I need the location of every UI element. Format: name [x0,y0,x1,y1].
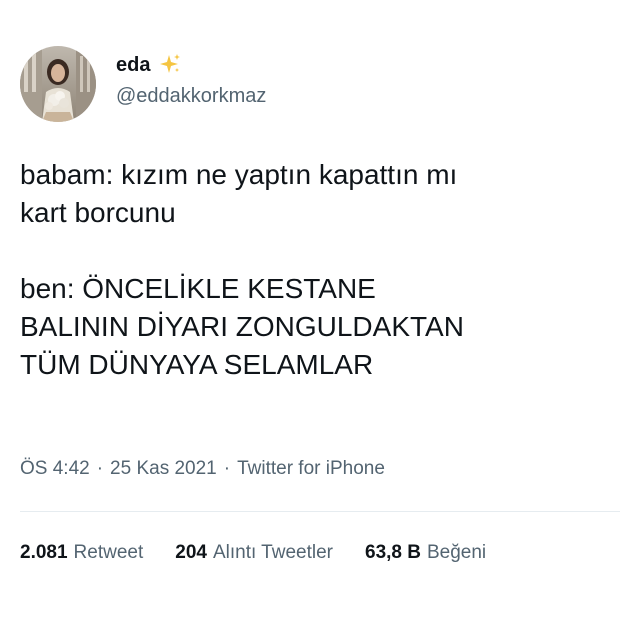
retweets-label: Retweet [73,542,144,563]
tweet-paragraph-2: ben: ÖNCELİKLE KESTANE BALININ DİYARI ZO… [20,273,464,380]
display-name-row: eda [116,52,266,78]
likes-stat[interactable]: 63,8 B Beğeni [365,540,486,566]
divider [20,511,620,512]
quotes-stat[interactable]: 204 Alıntı Tweetler [175,540,333,566]
avatar-image [20,46,96,122]
likes-count: 63,8 B [365,542,421,563]
tweet-paragraph-1: babam: kızım ne yaptın kapattın mı kart … [20,159,458,228]
tweet-date[interactable]: 25 Kas 2021 [110,456,217,482]
retweets-count: 2.081 [20,542,68,563]
avatar[interactable] [20,46,96,122]
user-names: eda @eddakkorkmaz [116,52,266,110]
tweet-text: babam: kızım ne yaptın kapattın mı kart … [20,156,620,384]
display-name[interactable]: eda [116,52,150,78]
meta-separator: · [223,458,231,479]
user-handle[interactable]: @eddakkorkmaz [116,82,266,110]
tweet-meta: ÖS 4:42 · 25 Kas 2021 · Twitter for iPho… [20,456,385,482]
quotes-count: 204 [175,542,207,563]
tweet-time[interactable]: ÖS 4:42 [20,456,90,482]
retweets-stat[interactable]: 2.081 Retweet [20,540,143,566]
tweet-header: eda @eddakkorkmaz [20,46,266,122]
tweet-source[interactable]: Twitter for iPhone [237,456,385,482]
tweet-card: eda @eddakkorkmaz babam: kızım ne yaptın… [0,0,640,640]
quotes-label: Alıntı Tweetler [212,542,333,563]
likes-label: Beğeni [426,542,487,563]
meta-separator: · [96,458,104,479]
sparkles-icon [158,53,182,77]
tweet-stats: 2.081 Retweet 204 Alıntı Tweetler 63,8 B… [20,540,486,566]
